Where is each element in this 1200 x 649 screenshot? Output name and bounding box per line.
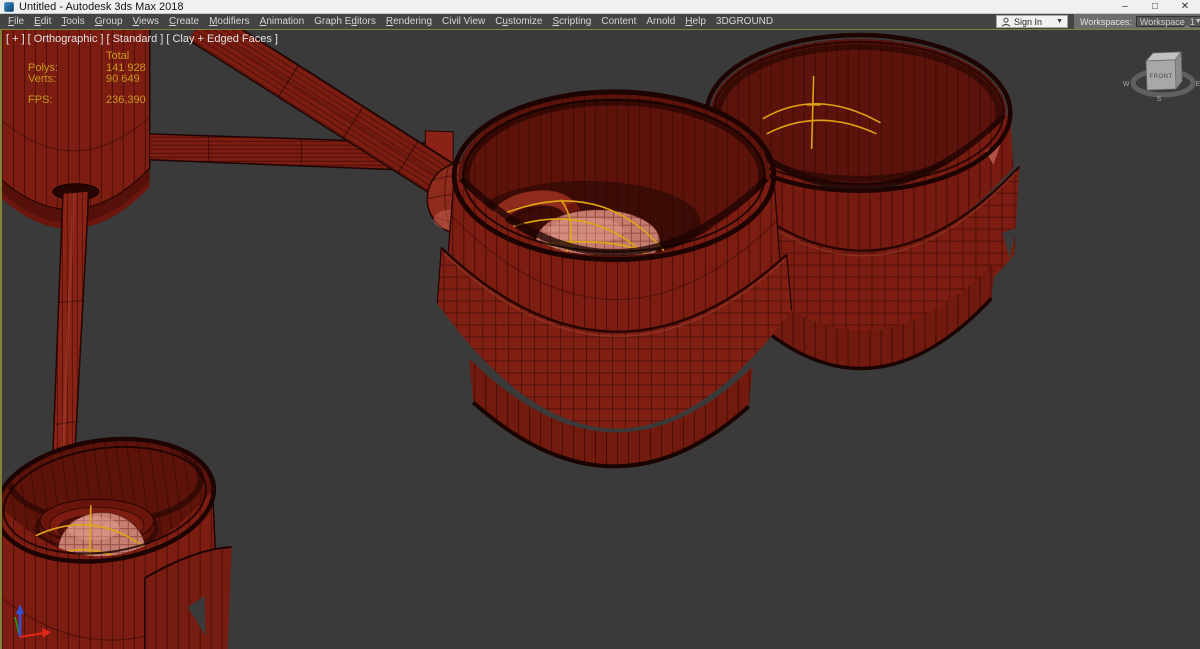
menu-item-rendering[interactable]: Rendering [381, 14, 437, 29]
sign-in-caret-icon: ▼ [1056, 18, 1063, 25]
viewcube-west[interactable]: W [1123, 81, 1130, 88]
viewcube-front-face[interactable]: FRONT [1150, 74, 1173, 80]
menu-item-animation[interactable]: Animation [255, 14, 309, 29]
sign-in-button[interactable]: Sign In ▼ [996, 15, 1068, 28]
menu-list: File Edit Tools Group Views Create Modifiers An… [0, 14, 778, 29]
menu-item-content[interactable]: Content [596, 14, 641, 29]
pipe-vertical[interactable] [52, 191, 90, 453]
sign-in-label: Sign In [1014, 16, 1043, 27]
close-button[interactable]: ✕ [1170, 0, 1200, 14]
menu-item-tools[interactable]: Tools [56, 14, 89, 29]
app-icon [4, 1, 14, 12]
stats-fps-label: FPS: [28, 93, 53, 106]
viewport-label-segment-2[interactable]: [ Standard ] [106, 33, 163, 45]
user-icon [1001, 17, 1011, 27]
stats-fps-value: 236,390 [106, 93, 146, 106]
viewport-orthographic[interactable]: W S E FRONT [ + ][ Orthographic ][ Stand… [0, 29, 1200, 649]
stats-verts-value: 90 649 [106, 73, 140, 85]
menubar-right: Sign In ▼ Workspaces: Workspace_1 ▼ [996, 14, 1200, 29]
window-controls: – □ ✕ [1110, 0, 1200, 14]
menu-item-file[interactable]: File [3, 14, 29, 29]
menu-item-customize[interactable]: Customize [490, 14, 547, 29]
title-bar: Untitled - Autodesk 3ds Max 2018 – □ ✕ [0, 0, 1200, 14]
menu-item-edit[interactable]: Edit [29, 14, 56, 29]
statistics-overlay: Total Polys: 141 928 Verts: 90 649 FPS: … [28, 50, 146, 106]
viewcube-east[interactable]: E [1196, 81, 1200, 88]
menu-item-graph-editors[interactable]: Graph Editors [309, 14, 381, 29]
menu-item-help[interactable]: Help [680, 14, 711, 29]
menu-item-create[interactable]: Create [164, 14, 204, 29]
workspaces-panel: Workspaces: Workspace_1 ▼ [1074, 14, 1200, 29]
maximize-button[interactable]: □ [1140, 0, 1170, 14]
minimize-button[interactable]: – [1110, 0, 1140, 14]
window-title: Untitled - Autodesk 3ds Max 2018 [19, 0, 184, 13]
menu-item-3dground[interactable]: 3DGROUND [711, 14, 778, 29]
workspace-select[interactable]: Workspace_1 ▼ [1135, 16, 1200, 27]
stats-total-header: Total [106, 50, 130, 62]
scene-canvas: W S E FRONT [2, 30, 1200, 649]
pipe-diagonal[interactable] [188, 30, 467, 205]
menu-item-arnold[interactable]: Arnold [641, 14, 680, 29]
barrel-bottom-left[interactable] [2, 426, 232, 649]
menu-item-group[interactable]: Group [90, 14, 128, 29]
workspace-caret-icon: ▼ [1194, 18, 1200, 25]
viewcube-south[interactable]: S [1157, 96, 1162, 103]
menu-item-civil-view[interactable]: Civil View [437, 14, 490, 29]
viewcube[interactable]: W S E FRONT [1123, 50, 1200, 103]
workspace-value: Workspace_1 [1139, 16, 1195, 27]
menu-item-modifiers[interactable]: Modifiers [204, 14, 255, 29]
barrel-central[interactable] [436, 89, 793, 469]
viewport-label-segment-1[interactable]: [ Orthographic ] [28, 33, 104, 45]
stats-spacer [28, 51, 106, 63]
viewport-label-segment-0[interactable]: [ + ] [6, 33, 25, 45]
viewport-label[interactable]: [ + ][ Orthographic ][ Standard ][ Clay … [6, 33, 281, 45]
stats-verts-label: Verts: [28, 73, 57, 85]
menu-item-scripting[interactable]: Scripting [547, 14, 596, 29]
menu-item-views[interactable]: Views [128, 14, 165, 29]
menu-bar: File Edit Tools Group Views Create Modifiers An… [0, 14, 1200, 29]
viewport-label-segment-3[interactable]: [ Clay + Edged Faces ] [166, 33, 278, 45]
workspaces-label: Workspaces: [1080, 16, 1132, 27]
